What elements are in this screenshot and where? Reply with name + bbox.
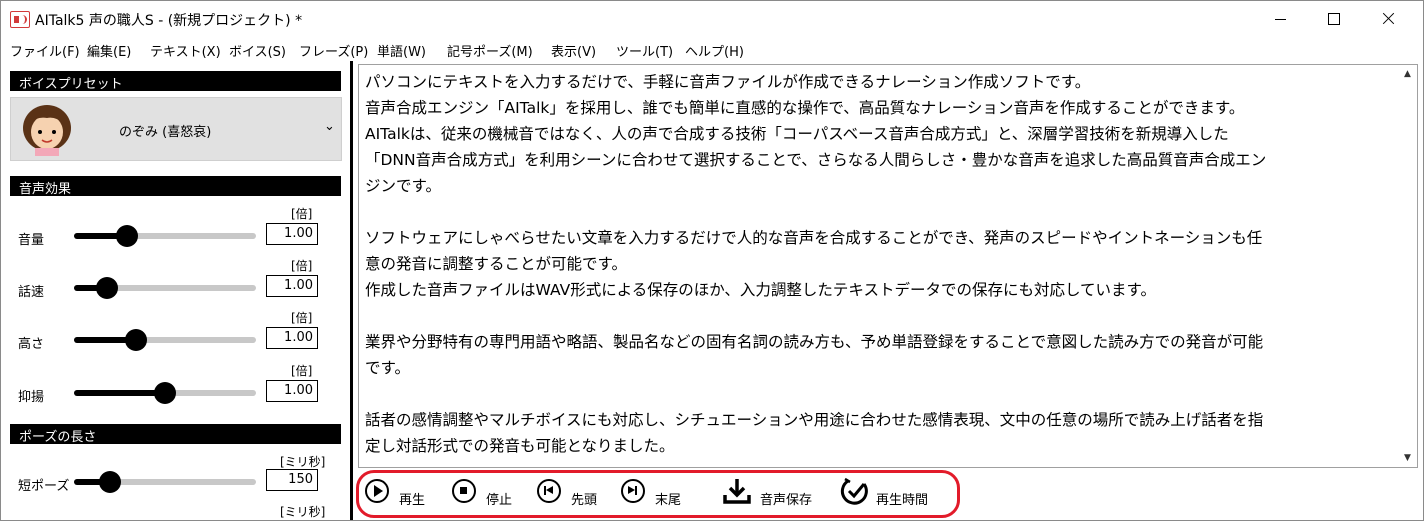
menu-text[interactable]: テキスト(X) bbox=[150, 41, 221, 60]
slider-speed: [倍] 話速 1.00 bbox=[1, 255, 350, 309]
menu-phrase[interactable]: フレーズ(P) bbox=[299, 41, 368, 60]
save-audio-button[interactable]: 音声保存 bbox=[722, 477, 826, 513]
menu-help[interactable]: ヘルプ(H) bbox=[685, 41, 744, 60]
text-line: 定し対話形式での発音も可能となりました。 bbox=[365, 437, 675, 455]
menu-word[interactable]: 単語(W) bbox=[377, 41, 426, 60]
clock-check-icon bbox=[840, 477, 868, 505]
download-icon bbox=[723, 479, 751, 504]
chevron-down-icon: ⌄ bbox=[324, 119, 335, 134]
menu-bar: ファイル(F) 編集(E) テキスト(X) ボイス(S) フレーズ(P) 単語(… bbox=[1, 38, 1423, 60]
text-line bbox=[365, 381, 1395, 407]
intonation-value-field[interactable]: 1.00 bbox=[266, 380, 318, 402]
next-pause-unit: [ミリ秒] bbox=[280, 505, 326, 519]
slider-thumb[interactable] bbox=[116, 225, 138, 247]
slider-thumb[interactable] bbox=[154, 382, 176, 404]
maximize-button[interactable] bbox=[1307, 1, 1361, 37]
menu-voice[interactable]: ボイス(S) bbox=[229, 41, 286, 60]
skip-end-button[interactable]: 末尾 bbox=[621, 477, 689, 513]
menu-file[interactable]: ファイル(F) bbox=[10, 41, 80, 60]
voice-preset-selected: のぞみ (喜怒哀) bbox=[119, 125, 212, 140]
slider-track[interactable] bbox=[74, 337, 256, 343]
text-line bbox=[365, 199, 1395, 225]
voice-effects-header: 音声効果 bbox=[10, 176, 341, 197]
voice-preset-dropdown[interactable]: のぞみ (喜怒哀) ⌄ bbox=[10, 97, 342, 161]
menu-symbol-pause[interactable]: 記号ポーズ(M) bbox=[447, 41, 533, 60]
text-editor[interactable]: パソコンにテキストを入力するだけで、手軽に音声ファイルが作成できるナレーション作… bbox=[358, 64, 1418, 468]
voice-preset-header: ボイスプリセット bbox=[10, 71, 341, 92]
text-line: ジンです。 bbox=[365, 177, 441, 195]
avatar bbox=[23, 105, 71, 156]
text-content: パソコンにテキストを入力するだけで、手軽に音声ファイルが作成できるナレーション作… bbox=[365, 69, 1395, 459]
skip-start-icon bbox=[537, 479, 561, 503]
text-line bbox=[365, 303, 1395, 329]
skip-end-icon bbox=[621, 479, 645, 503]
slider-fill bbox=[74, 390, 165, 396]
title-bar: AITalk5 声の職人S - (新規プロジェクト) * bbox=[1, 1, 1423, 37]
pitch-value-field[interactable]: 1.00 bbox=[266, 327, 318, 349]
panel-splitter[interactable] bbox=[350, 61, 353, 520]
play-button[interactable]: 再生 bbox=[365, 477, 433, 513]
slider-short-pause: [ミリ秒] 短ポーズ 150 bbox=[18, 455, 326, 494]
short-pause-value-field[interactable]: 150 bbox=[266, 469, 318, 491]
menu-tools[interactable]: ツール(T) bbox=[616, 41, 673, 60]
app-window: AITalk5 声の職人S - (新規プロジェクト) * ファイル(F) 編集(… bbox=[0, 0, 1424, 521]
slider-thumb[interactable] bbox=[96, 277, 118, 299]
pause-length-header: ポーズの長さ bbox=[10, 424, 341, 445]
text-line: 意の発音に調整することが可能です。 bbox=[365, 255, 627, 273]
scroll-down-icon[interactable]: ▼ bbox=[1404, 453, 1411, 463]
text-line: 「DNN音声合成方式」を利用シーンに合わせて選択することで、さらなる人間らしさ・… bbox=[365, 151, 1267, 169]
text-line: 業界や分野特有の専門用語や略語、製品名などの固有名詞の読み方も、予め単語登録をす… bbox=[365, 333, 1264, 351]
slider-intonation: [倍] 抑揚 1.00 bbox=[1, 360, 350, 414]
text-line: ソフトウェアにしゃべらせたい文章を入力するだけで人的な音声を合成することができ、… bbox=[365, 229, 1263, 247]
text-line: AITalkは、従来の機械音ではなく、人の声で合成する技術「コーパスベース音声合… bbox=[365, 125, 1229, 143]
stop-button[interactable]: 停止 bbox=[452, 477, 520, 513]
speed-value-field[interactable]: 1.00 bbox=[266, 275, 318, 297]
app-speaker-icon bbox=[10, 11, 30, 28]
skip-start-button[interactable]: 先頭 bbox=[537, 477, 605, 513]
slider-volume: [倍] 音量 1.00 bbox=[1, 203, 350, 257]
text-line: 音声合成エンジン「AITalk」を採用し、誰でも簡単に直感的な操作で、高品質なナ… bbox=[365, 99, 1245, 117]
text-line: 作成した音声ファイルはWAV形式による保存のほか、入力調整したテキストデータでの… bbox=[365, 281, 1156, 299]
playback-time-button[interactable]: 再生時間 bbox=[840, 477, 940, 513]
text-line: パソコンにテキストを入力するだけで、手軽に音声ファイルが作成できるナレーション作… bbox=[365, 73, 1091, 91]
slider-track[interactable] bbox=[74, 233, 256, 239]
window-title: AITalk5 声の職人S - (新規プロジェクト) * bbox=[35, 13, 303, 29]
play-icon bbox=[365, 479, 389, 503]
menu-view[interactable]: 表示(V) bbox=[551, 41, 596, 60]
close-button[interactable] bbox=[1361, 1, 1415, 37]
text-line: 話者の感情調整やマルチボイスにも対応し、シチュエーションや用途に合わせた感情表現… bbox=[365, 411, 1264, 429]
minimize-button[interactable] bbox=[1254, 1, 1308, 37]
slider-thumb[interactable] bbox=[99, 471, 121, 493]
menu-edit[interactable]: 編集(E) bbox=[87, 41, 131, 60]
vertical-scrollbar[interactable]: ▲ ▼ bbox=[1400, 65, 1417, 467]
minimize-icon bbox=[1275, 19, 1286, 20]
slider-pitch: [倍] 高さ 1.00 bbox=[1, 307, 350, 361]
maximize-icon bbox=[1328, 13, 1340, 25]
slider-thumb[interactable] bbox=[125, 329, 147, 351]
scroll-up-icon[interactable]: ▲ bbox=[1404, 69, 1411, 79]
volume-value-field[interactable]: 1.00 bbox=[266, 223, 318, 245]
text-line: です。 bbox=[365, 359, 410, 377]
stop-icon bbox=[452, 479, 476, 503]
